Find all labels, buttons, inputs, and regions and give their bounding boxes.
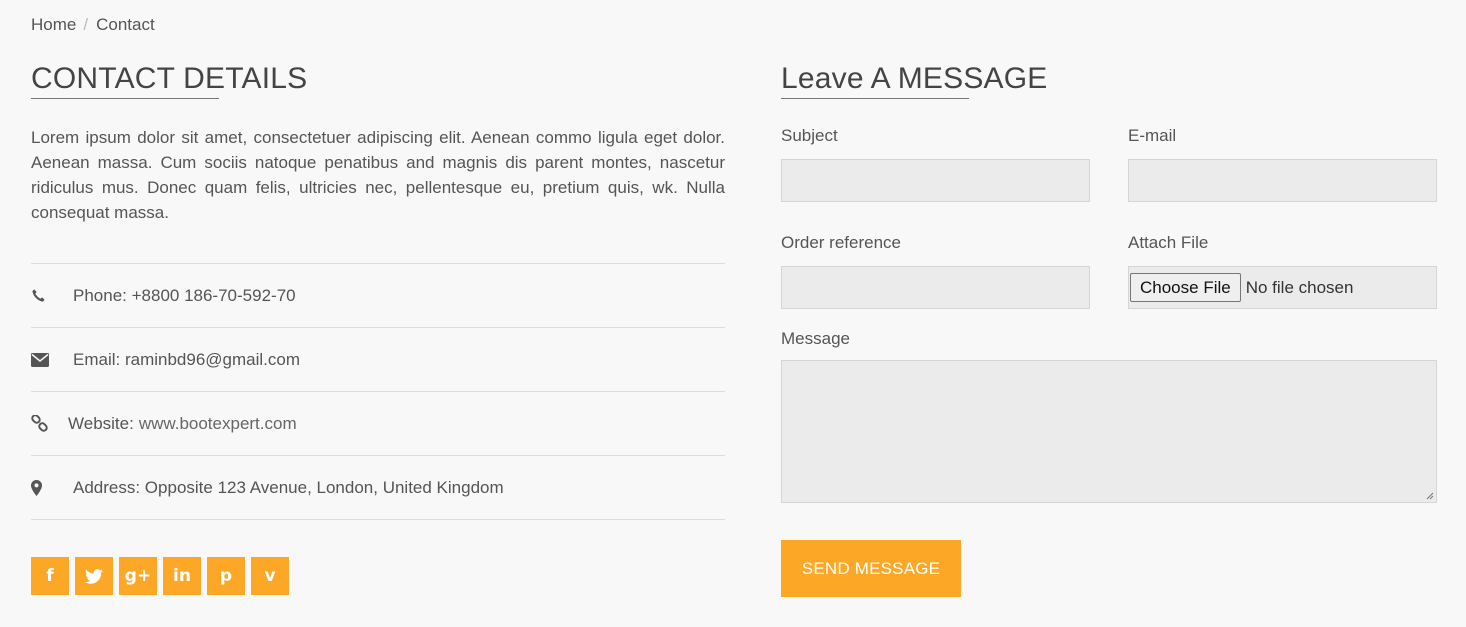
choose-file-button[interactable]: Choose File bbox=[1130, 273, 1241, 302]
order-reference-label: Order reference bbox=[781, 233, 901, 252]
attach-file-label: Attach File bbox=[1128, 233, 1209, 252]
attach-file-field-group: Attach File Choose File No file chosen bbox=[1128, 233, 1437, 340]
contact-phone-row: Phone: +8800 186-70-592-70 bbox=[31, 264, 725, 328]
message-textarea[interactable] bbox=[781, 360, 1437, 503]
contact-details-title: CONTACT DETAILS bbox=[31, 62, 308, 95]
google-plus-icon[interactable]: g+ bbox=[119, 557, 157, 595]
leave-message-heading: Leave A MESSAGE bbox=[781, 62, 1048, 99]
contact-website-label: Website: bbox=[68, 413, 134, 433]
contact-email-row: Email: raminbd96@gmail.com bbox=[31, 328, 725, 392]
contact-email-text: Email: raminbd96@gmail.com bbox=[73, 349, 301, 369]
contact-info-list: Phone: +8800 186-70-592-70 Email: raminb… bbox=[31, 263, 725, 520]
phone-icon bbox=[31, 288, 73, 303]
facebook-icon[interactable]: f bbox=[31, 557, 69, 595]
order-reference-input[interactable] bbox=[781, 266, 1090, 309]
contact-intro-text: Lorem ipsum dolor sit amet, consectetuer… bbox=[31, 128, 725, 222]
send-message-button[interactable]: SEND MESSAGE bbox=[781, 540, 961, 597]
contact-address-row: Address: Opposite 123 Avenue, London, Un… bbox=[31, 456, 725, 520]
message-form-section: Leave A MESSAGE Subject E-mail Order ref… bbox=[781, 62, 1437, 597]
email-label: E-mail bbox=[1128, 126, 1177, 145]
map-marker-icon bbox=[31, 479, 73, 496]
email-input[interactable] bbox=[1128, 159, 1437, 202]
vimeo-icon[interactable]: v bbox=[251, 557, 289, 595]
heading-underline bbox=[781, 98, 969, 99]
contact-address-text: Address: Opposite 123 Avenue, London, Un… bbox=[73, 477, 504, 497]
contact-details-section: CONTACT DETAILS Lorem ipsum dolor sit am… bbox=[31, 62, 725, 595]
pinterest-icon[interactable]: p bbox=[207, 557, 245, 595]
file-status-text: No file chosen bbox=[1245, 277, 1354, 297]
message-form: Subject E-mail Order reference Attach Fi… bbox=[781, 126, 1437, 340]
contact-details-heading: CONTACT DETAILS bbox=[31, 62, 308, 99]
contact-phone-text: Phone: +8800 186-70-592-70 bbox=[73, 285, 296, 305]
contact-website-row: Website: www.bootexpert.com bbox=[31, 392, 725, 456]
twitter-icon[interactable] bbox=[75, 557, 113, 595]
leave-message-title: Leave A MESSAGE bbox=[781, 62, 1048, 95]
social-links: f g+ in p v bbox=[31, 557, 725, 595]
breadcrumb-home[interactable]: Home bbox=[31, 15, 76, 35]
breadcrumb: Home / Contact bbox=[31, 15, 155, 35]
subject-input[interactable] bbox=[781, 159, 1090, 202]
link-icon bbox=[31, 415, 68, 432]
envelope-icon bbox=[31, 352, 73, 367]
subject-field-group: Subject bbox=[781, 126, 1090, 233]
email-field-group: E-mail bbox=[1128, 126, 1437, 233]
order-reference-field-group: Order reference bbox=[781, 233, 1090, 340]
breadcrumb-current: Contact bbox=[96, 15, 155, 34]
resize-handle-icon[interactable] bbox=[1424, 490, 1434, 500]
subject-label: Subject bbox=[781, 126, 838, 145]
attach-file-input: Choose File No file chosen bbox=[1128, 266, 1437, 309]
breadcrumb-separator: / bbox=[83, 15, 89, 34]
heading-underline bbox=[31, 98, 219, 99]
contact-website-link[interactable]: www.bootexpert.com bbox=[139, 414, 297, 434]
linkedin-icon[interactable]: in bbox=[163, 557, 201, 595]
